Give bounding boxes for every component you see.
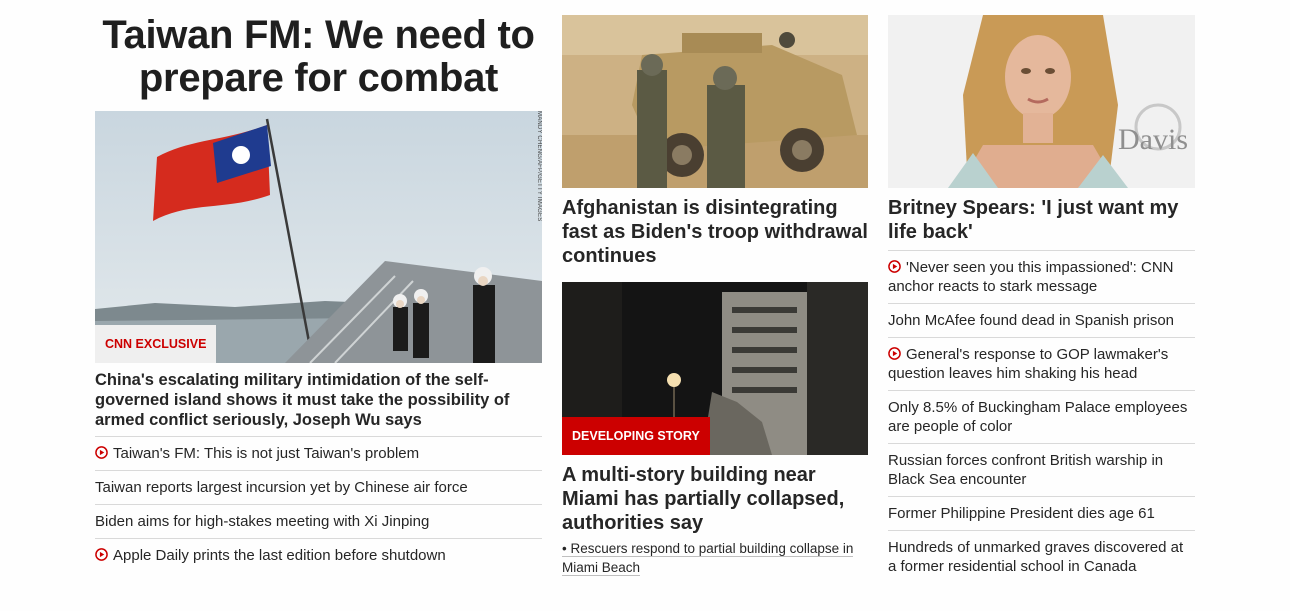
- list-item[interactable]: Biden aims for high-stakes meeting with …: [95, 504, 542, 538]
- list-item[interactable]: General's response to GOP lawmaker's que…: [888, 337, 1195, 390]
- lead-story-headline[interactable]: China's escalating military intimidation…: [95, 370, 542, 430]
- davis-backdrop-text: Davis: [1118, 123, 1188, 156]
- britney-spears-image: Davis: [888, 15, 1195, 188]
- list-item-label: Russian forces confront British warship …: [888, 452, 1164, 488]
- list-item-label: Only 8.5% of Buckingham Palace employees…: [888, 399, 1188, 435]
- play-icon: [95, 446, 108, 459]
- list-item-label: Biden aims for high-stakes meeting with …: [95, 513, 430, 530]
- list-item[interactable]: 'Never seen you this impassioned': CNN a…: [888, 250, 1195, 303]
- miami-collapse-headline[interactable]: A multi-story building near Miami has pa…: [562, 463, 868, 535]
- miami-collapse-sublink[interactable]: • Rescuers respond to partial building c…: [562, 539, 868, 577]
- list-item[interactable]: Former Philippine President dies age 61: [888, 496, 1195, 530]
- britney-spears-photo[interactable]: Davis: [888, 15, 1195, 188]
- right-related-list: 'Never seen you this impassioned': CNN a…: [888, 250, 1195, 583]
- list-item[interactable]: Apple Daily prints the last edition befo…: [95, 538, 542, 572]
- list-item-label: Hundreds of unmarked graves discovered a…: [888, 539, 1184, 575]
- afghanistan-headline[interactable]: Afghanistan is disintegrating fast as Bi…: [562, 196, 868, 268]
- miami-collapse-photo[interactable]: DEVELOPING STORY: [562, 282, 868, 455]
- list-item-label: Former Philippine President dies age 61: [888, 505, 1155, 522]
- list-item-label: Taiwan reports largest incursion yet by …: [95, 479, 468, 496]
- developing-story-badge: DEVELOPING STORY: [562, 417, 710, 455]
- list-item[interactable]: Only 8.5% of Buckingham Palace employees…: [888, 390, 1195, 443]
- list-item[interactable]: Taiwan reports largest incursion yet by …: [95, 470, 542, 504]
- list-item[interactable]: John McAfee found dead in Spanish prison: [888, 303, 1195, 337]
- play-icon: [888, 347, 901, 360]
- cnn-exclusive-badge: CNN EXCLUSIVE: [95, 325, 217, 363]
- list-item-label: Apple Daily prints the last edition befo…: [113, 547, 446, 564]
- taiwan-flag-photo[interactable]: MANDY CHENG/AFP/GETTY IMAGES CNN EXCLUSI…: [95, 111, 542, 363]
- britney-spears-headline[interactable]: Britney Spears: 'I just want my life bac…: [888, 196, 1195, 244]
- list-item-label: 'Never seen you this impassioned': CNN a…: [888, 259, 1174, 295]
- lead-story-related-list: Taiwan's FM: This is not just Taiwan's p…: [95, 436, 542, 572]
- list-item[interactable]: Russian forces confront British warship …: [888, 443, 1195, 496]
- list-item-label: Taiwan's FM: This is not just Taiwan's p…: [113, 445, 420, 462]
- afghanistan-photo[interactable]: [562, 15, 868, 188]
- list-item-label: General's response to GOP lawmaker's que…: [888, 346, 1169, 382]
- sublink-label: • Rescuers respond to partial building c…: [562, 541, 854, 576]
- lead-story-title[interactable]: Taiwan FM: We need to prepare for combat: [95, 14, 542, 100]
- list-item-label: John McAfee found dead in Spanish prison: [888, 312, 1175, 329]
- list-item[interactable]: Taiwan's FM: This is not just Taiwan's p…: [95, 436, 542, 470]
- play-icon: [888, 260, 901, 273]
- play-icon: [95, 548, 108, 561]
- photo-credit: MANDY CHENG/AFP/GETTY IMAGES: [536, 111, 542, 222]
- afghanistan-image: [562, 15, 868, 188]
- list-item[interactable]: Hundreds of unmarked graves discovered a…: [888, 530, 1195, 583]
